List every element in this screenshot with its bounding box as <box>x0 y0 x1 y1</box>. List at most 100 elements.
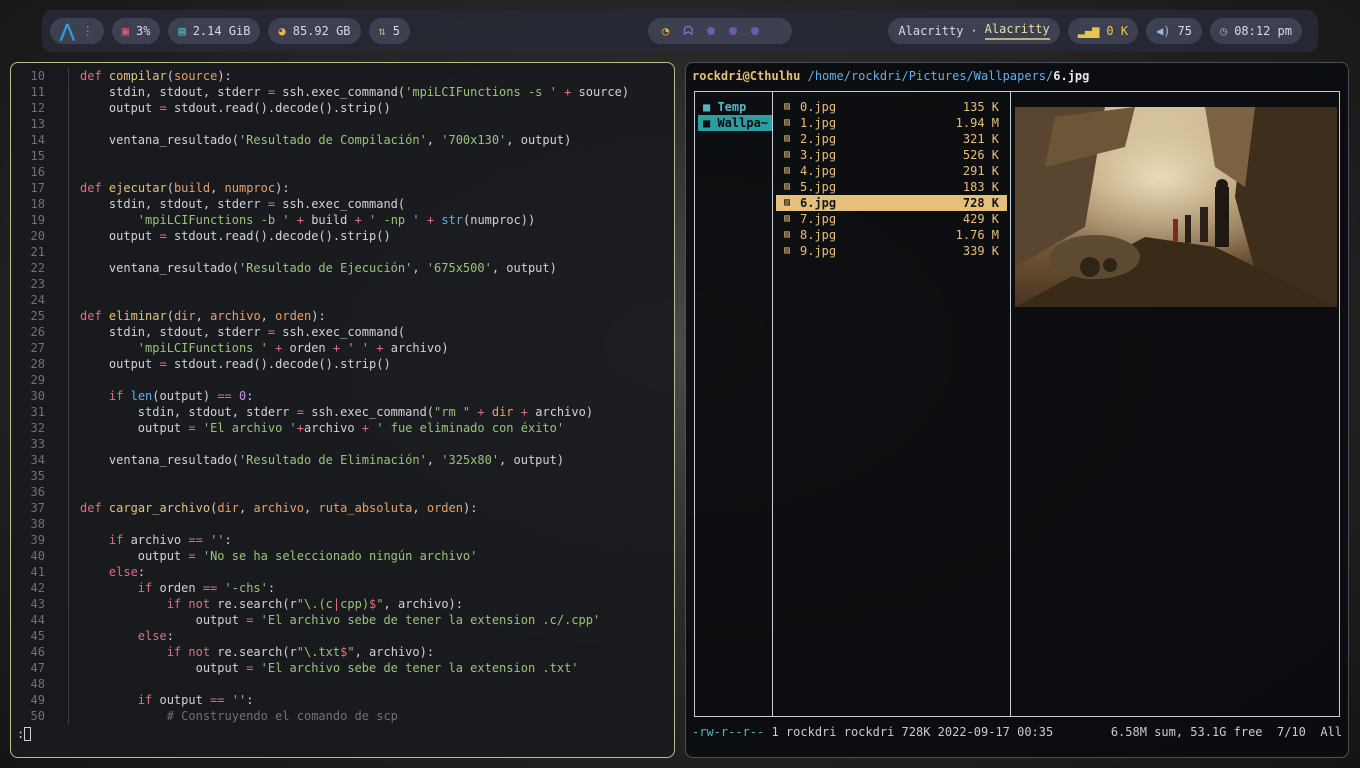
code-text[interactable]: ventana_resultado('Resultado de Eliminac… <box>69 452 564 468</box>
code-line[interactable]: 42 if orden == '-chs': <box>11 580 674 596</box>
file-item[interactable]: ▨ 9.jpg 339 K <box>776 243 1007 259</box>
code-line[interactable]: 50 # Construyendo el comando de scp <box>11 708 674 724</box>
code-line[interactable]: 14 ventana_resultado('Resultado de Compi… <box>11 132 674 148</box>
code-line[interactable]: 31 stdin, stdout, stderr = ssh.exec_comm… <box>11 404 674 420</box>
code-text[interactable] <box>69 372 80 388</box>
code-line[interactable]: 25 def eliminar(dir, archivo, orden): <box>11 308 674 324</box>
ram-module[interactable]: ▤ 2.14 GiB <box>168 18 261 44</box>
code-line[interactable]: 24 <box>11 292 674 308</box>
code-line[interactable]: 20 output = stdout.read().decode().strip… <box>11 228 674 244</box>
code-line[interactable]: 18 stdin, stdout, stderr = ssh.exec_comm… <box>11 196 674 212</box>
code-line[interactable]: 15 <box>11 148 674 164</box>
volume-module[interactable]: ◀) 75 <box>1146 18 1202 44</box>
pacman-icon[interactable]: ◔ <box>662 24 669 38</box>
code-text[interactable]: stdin, stdout, stderr = ssh.exec_command… <box>69 404 593 420</box>
code-text[interactable]: output = stdout.read().decode().strip() <box>69 100 391 116</box>
editor-terminal-window[interactable]: 10 def compilar(source): 11 stdin, stdout,… <box>10 62 675 758</box>
code-text[interactable]: output = 'No se ha seleccionado ningún a… <box>69 548 478 564</box>
arch-logo-icon[interactable]: ⋀ <box>60 21 75 42</box>
code-text[interactable]: output = 'El archivo sebe de tener la ex… <box>69 612 601 628</box>
code-text[interactable]: def cargar_archivo(dir, archivo, ruta_ab… <box>69 500 477 516</box>
code-buffer[interactable]: 10 def compilar(source): 11 stdin, stdout,… <box>11 68 674 724</box>
code-text[interactable]: stdin, stdout, stderr = ssh.exec_command… <box>69 84 629 100</box>
code-text[interactable]: output = 'El archivo '+archivo + ' fue e… <box>69 420 564 436</box>
code-text[interactable]: if len(output) == 0: <box>69 388 254 404</box>
code-text[interactable] <box>69 276 80 292</box>
code-text[interactable]: if output == '': <box>69 692 254 708</box>
code-text[interactable]: else: <box>69 628 174 644</box>
code-line[interactable]: 35 <box>11 468 674 484</box>
code-text[interactable] <box>69 116 80 132</box>
code-line[interactable]: 40 output = 'No se ha seleccionado ningú… <box>11 548 674 564</box>
file-item[interactable]: ▨ 8.jpg 1.76 M <box>776 227 1007 243</box>
code-line[interactable]: 44 output = 'El archivo sebe de tener la… <box>11 612 674 628</box>
file-item[interactable]: ▨ 5.jpg 183 K <box>776 179 1007 195</box>
code-line[interactable]: 26 stdin, stdout, stderr = ssh.exec_comm… <box>11 324 674 340</box>
code-line[interactable]: 38 <box>11 516 674 532</box>
code-text[interactable]: ventana_resultado('Resultado de Compilac… <box>69 132 571 148</box>
code-line[interactable]: 48 <box>11 676 674 692</box>
file-item[interactable]: ▨ 2.jpg 321 K <box>776 131 1007 147</box>
vim-command-line[interactable]: : <box>17 727 32 741</box>
code-line[interactable]: 47 output = 'El archivo sebe de tener la… <box>11 660 674 676</box>
ranger-terminal-window[interactable]: rockdri@Cthulhu /home/rockdri/Pictures/W… <box>685 62 1349 758</box>
code-line[interactable]: 30 if len(output) == 0: <box>11 388 674 404</box>
code-line[interactable]: 19 'mpiLCIFunctions -b ' + build + ' -np… <box>11 212 674 228</box>
code-text[interactable] <box>69 484 80 500</box>
clock-module[interactable]: ◷ 08:12 pm <box>1209 18 1302 44</box>
code-text[interactable] <box>69 436 80 452</box>
file-item[interactable]: ▨ 3.jpg 526 K <box>776 147 1007 163</box>
code-text[interactable]: # Construyendo el comando de scp <box>69 708 398 724</box>
workspace-dot-4[interactable] <box>729 27 738 35</box>
code-text[interactable] <box>69 244 80 260</box>
code-line[interactable]: 27 'mpiLCIFunctions ' + orden + ' ' + ar… <box>11 340 674 356</box>
code-text[interactable] <box>69 164 80 180</box>
code-text[interactable]: 'mpiLCIFunctions -b ' + build + ' -np ' … <box>69 212 535 228</box>
code-line[interactable]: 12 output = stdout.read().decode().strip… <box>11 100 674 116</box>
code-text[interactable]: output = stdout.read().decode().strip() <box>69 228 391 244</box>
code-line[interactable]: 33 <box>11 436 674 452</box>
code-text[interactable]: if not re.search(r"\.(c|cpp)$", archivo)… <box>69 596 463 612</box>
workspace-dot-3[interactable] <box>707 27 716 35</box>
code-text[interactable]: def compilar(source): <box>69 68 232 84</box>
code-line[interactable]: 49 if output == '': <box>11 692 674 708</box>
network-module[interactable]: ▂▄▆ 0 K <box>1067 18 1139 44</box>
menu-dots-icon[interactable]: ⋮ <box>82 24 94 38</box>
code-text[interactable]: def ejecutar(build, numproc): <box>69 180 290 196</box>
code-line[interactable]: 21 <box>11 244 674 260</box>
workspace-dot-5[interactable] <box>751 27 760 35</box>
code-text[interactable]: ventana_resultado('Resultado de Ejecució… <box>69 260 557 276</box>
code-line[interactable]: 16 <box>11 164 674 180</box>
code-line[interactable]: 11 stdin, stdout, stderr = ssh.exec_comm… <box>11 84 674 100</box>
code-line[interactable]: 29 <box>11 372 674 388</box>
code-line[interactable]: 34 ventana_resultado('Resultado de Elimi… <box>11 452 674 468</box>
code-line[interactable]: 22 ventana_resultado('Resultado de Ejecu… <box>11 260 674 276</box>
code-line[interactable]: 10 def compilar(source): <box>11 68 674 84</box>
file-item[interactable]: ▨ 4.jpg 291 K <box>776 163 1007 179</box>
code-text[interactable]: stdin, stdout, stderr = ssh.exec_command… <box>69 196 405 212</box>
updates-module[interactable]: ⇅ 5 <box>368 18 410 44</box>
launcher-pill[interactable]: ⋀ ⋮ <box>50 18 104 44</box>
code-text[interactable] <box>69 468 80 484</box>
cpu-module[interactable]: ▣ 3% <box>111 18 161 44</box>
file-item[interactable]: ▨ 1.jpg 1.94 M <box>776 115 1007 131</box>
code-line[interactable]: 17 def ejecutar(build, numproc): <box>11 180 674 196</box>
code-line[interactable]: 43 if not re.search(r"\.(c|cpp)$", archi… <box>11 596 674 612</box>
code-line[interactable]: 23 <box>11 276 674 292</box>
code-text[interactable]: else: <box>69 564 145 580</box>
code-text[interactable]: output = 'El archivo sebe de tener la ex… <box>69 660 579 676</box>
code-text[interactable] <box>69 148 80 164</box>
disk-module[interactable]: ◕ 85.92 GB <box>268 18 361 44</box>
directory-item[interactable]: ■ Temp <box>695 99 772 115</box>
code-text[interactable]: if archivo == '': <box>69 532 232 548</box>
code-text[interactable]: if not re.search(r"\.txt$", archivo): <box>69 644 434 660</box>
code-line[interactable]: 13 <box>11 116 674 132</box>
file-item[interactable]: ▨ 0.jpg 135 K <box>776 99 1007 115</box>
code-line[interactable]: 36 <box>11 484 674 500</box>
window-title-module[interactable]: Alacritty · Alacritty <box>888 18 1060 44</box>
code-text[interactable]: output = stdout.read().decode().strip() <box>69 356 391 372</box>
code-text[interactable] <box>69 676 80 692</box>
code-line[interactable]: 32 output = 'El archivo '+archivo + ' fu… <box>11 420 674 436</box>
code-text[interactable]: def eliminar(dir, archivo, orden): <box>69 308 326 324</box>
code-text[interactable] <box>69 516 80 532</box>
